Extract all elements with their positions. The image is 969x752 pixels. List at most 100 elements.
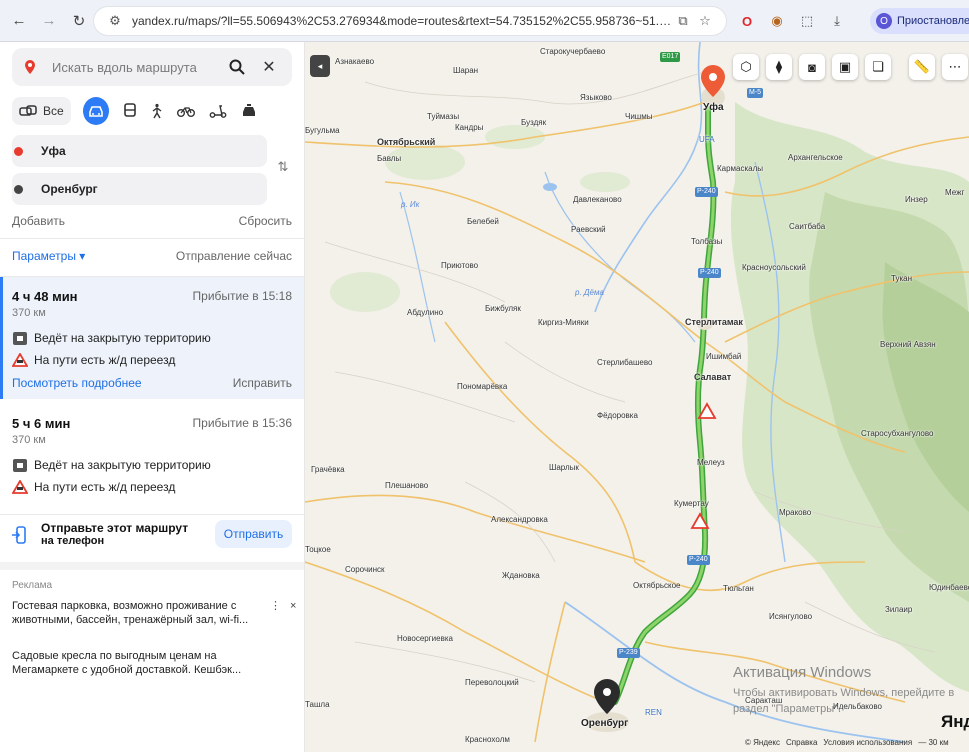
opera-extension-icon[interactable]: O — [736, 10, 758, 32]
town-label: Бугульма — [305, 126, 340, 135]
start-dot-icon — [14, 146, 23, 156]
map-toolbar: ⬡ ⧫ ◙ ▣ ❏ 📏 ⋯ — [733, 54, 968, 82]
mode-all[interactable]: Все — [12, 97, 71, 125]
road-shield: M-5 — [747, 88, 764, 98]
town-label: Кандры — [455, 123, 484, 132]
map-view[interactable]: ◂ ⬡ ⧫ ◙ ▣ ❏ 📏 ⋯ Азнакаево Шаран Старокуч… — [305, 42, 969, 752]
warning-text: Ведёт на закрытую территорию — [34, 331, 211, 345]
bookmark-star-icon[interactable]: ☆ — [694, 10, 716, 32]
car-icon — [88, 106, 103, 117]
mode-scooter[interactable] — [209, 97, 227, 125]
waypoint-to[interactable]: Оренбург — [12, 173, 267, 205]
town-label: Тоцкое — [305, 545, 331, 554]
send-subtitle: на телефон — [41, 535, 105, 547]
address-bar[interactable]: ⚙ yandex.ru/maps/?ll=55.506943%2C53.2769… — [94, 7, 726, 35]
mode-car[interactable] — [82, 97, 109, 125]
send-button[interactable]: Отправить — [215, 520, 292, 548]
bicycle-icon — [176, 107, 195, 117]
browser-toolbar: ← → ↻ ⚙ yandex.ru/maps/?ll=55.506943%2C5… — [0, 0, 969, 42]
town-label: Кармаскалы — [717, 164, 764, 173]
town-label: Мраково — [779, 508, 812, 517]
airport-label: UFA — [699, 135, 715, 144]
town-label: Зилаир — [885, 605, 913, 614]
town-label: Тюльган — [723, 584, 754, 593]
panorama-icon[interactable]: ⧫ — [766, 54, 792, 80]
mode-bike[interactable] — [176, 97, 195, 125]
town-label: Приютово — [441, 261, 479, 270]
town-label: Новосергиевка — [397, 634, 453, 643]
railroad-crossing-icon — [12, 353, 28, 367]
route-arrival: Прибытие в 15:36 — [192, 416, 292, 430]
town-label: Языково — [580, 93, 612, 102]
puzzle-extensions-icon[interactable]: ⬚ — [796, 10, 818, 32]
start-pin-icon[interactable] — [700, 64, 726, 98]
town-label: Бижбуляк — [485, 304, 521, 313]
mode-walk[interactable] — [151, 97, 163, 125]
town-label: Исянгулово — [769, 612, 813, 621]
departure-selector[interactable]: Отправление сейчас — [176, 249, 292, 263]
install-app-icon[interactable]: ⧉ — [672, 10, 694, 32]
terms-link[interactable]: Условия использования — [823, 738, 912, 747]
more-menu-icon[interactable]: ⋯ — [942, 54, 968, 80]
ruler-icon[interactable]: 📏 — [909, 54, 935, 80]
add-waypoint-button[interactable]: Добавить — [12, 214, 65, 228]
warning-text: На пути есть ж/д переезд — [34, 480, 176, 494]
road-shield: E017 — [660, 52, 681, 62]
download-icon[interactable]: ⤓ — [826, 10, 848, 32]
help-link[interactable]: Справка — [786, 738, 817, 747]
route-option-1[interactable]: 4 ч 48 мин Прибытие в 15:18 370 км Ведёт… — [0, 277, 304, 399]
all-modes-icon — [19, 105, 37, 116]
route-sidebar: Искать вдоль маршрута ✕ Все Уфа Оренбург… — [0, 42, 305, 752]
cookie-extension-icon[interactable]: ◉ — [766, 10, 788, 32]
ad-item-1[interactable]: Гостевая парковка, возможно проживание с… — [12, 599, 274, 627]
close-icon[interactable]: ✕ — [256, 54, 282, 80]
reload-button[interactable]: ↻ — [64, 6, 94, 36]
swap-waypoints-icon[interactable]: ⇅ — [274, 158, 292, 176]
taxi-icon — [242, 104, 255, 116]
town-label: Ишимбай — [706, 352, 742, 361]
town-label: Белебей — [467, 217, 499, 226]
town-label: Салават — [694, 372, 732, 382]
road-shield: P-240 — [695, 187, 718, 197]
town-label: Верхний Авзян — [880, 340, 936, 349]
town-label: Стерлибашево — [597, 358, 653, 367]
end-pin-icon[interactable] — [593, 678, 621, 716]
route-option-2[interactable]: 5 ч 6 мин Прибытие в 15:36 370 км Ведёт … — [0, 404, 304, 514]
railroad-crossing-warning: На пути есть ж/д переезд — [12, 353, 175, 367]
watermark-title: Активация Windows — [733, 664, 872, 681]
profile-button[interactable]: О Приостановлена — [870, 8, 969, 34]
map-layers-icon[interactable]: ❏ — [865, 54, 891, 80]
view-details-link[interactable]: Посмотреть подробнее — [12, 376, 142, 390]
ad-item-2[interactable]: Садовые кресла по выгодным ценам на Мега… — [12, 649, 274, 677]
mode-taxi[interactable] — [241, 97, 257, 125]
town-label: Плешаново — [385, 481, 429, 490]
river-label: р. Ик — [401, 200, 420, 209]
search-box[interactable]: Искать вдоль маршрута ✕ — [12, 48, 292, 86]
town-label: Туймазы — [427, 112, 460, 121]
ad-menu-icon[interactable]: ⋮ × — [270, 599, 299, 612]
waypoint-from[interactable]: Уфа — [12, 135, 267, 167]
reset-route-button[interactable]: Сбросить — [239, 214, 292, 228]
map-canvas[interactable] — [305, 42, 969, 752]
back-button[interactable]: ← — [4, 6, 34, 36]
url-text[interactable]: yandex.ru/maps/?ll=55.506943%2C53.276934… — [126, 14, 672, 28]
transport-icon[interactable]: ▣ — [832, 54, 858, 80]
windows-activation-watermark: Активация Windows Чтобы активировать Win… — [733, 664, 969, 717]
search-input[interactable]: Искать вдоль маршрута — [52, 60, 218, 75]
town-label: Архангельское — [788, 153, 843, 162]
site-settings-icon[interactable]: ⚙ — [104, 10, 126, 32]
restricted-area-icon — [12, 458, 28, 472]
town-label: Шаран — [453, 66, 479, 75]
layers-icon[interactable]: ⬡ — [733, 54, 759, 80]
copyright-text: © Яндекс — [745, 738, 781, 747]
forward-button[interactable]: → — [34, 6, 64, 36]
town-label: Чишмы — [625, 112, 653, 121]
mode-bus[interactable] — [123, 97, 137, 125]
search-icon[interactable] — [224, 54, 250, 80]
camera-icon[interactable]: ◙ — [799, 54, 825, 80]
params-dropdown[interactable]: Параметры ▾ — [12, 249, 85, 263]
route-arrival: Прибытие в 15:18 — [192, 289, 292, 303]
fix-route-link[interactable]: Исправить — [233, 376, 292, 390]
collapse-sidebar-button[interactable]: ◂ — [310, 55, 330, 77]
town-label: Давлеканово — [573, 195, 622, 204]
